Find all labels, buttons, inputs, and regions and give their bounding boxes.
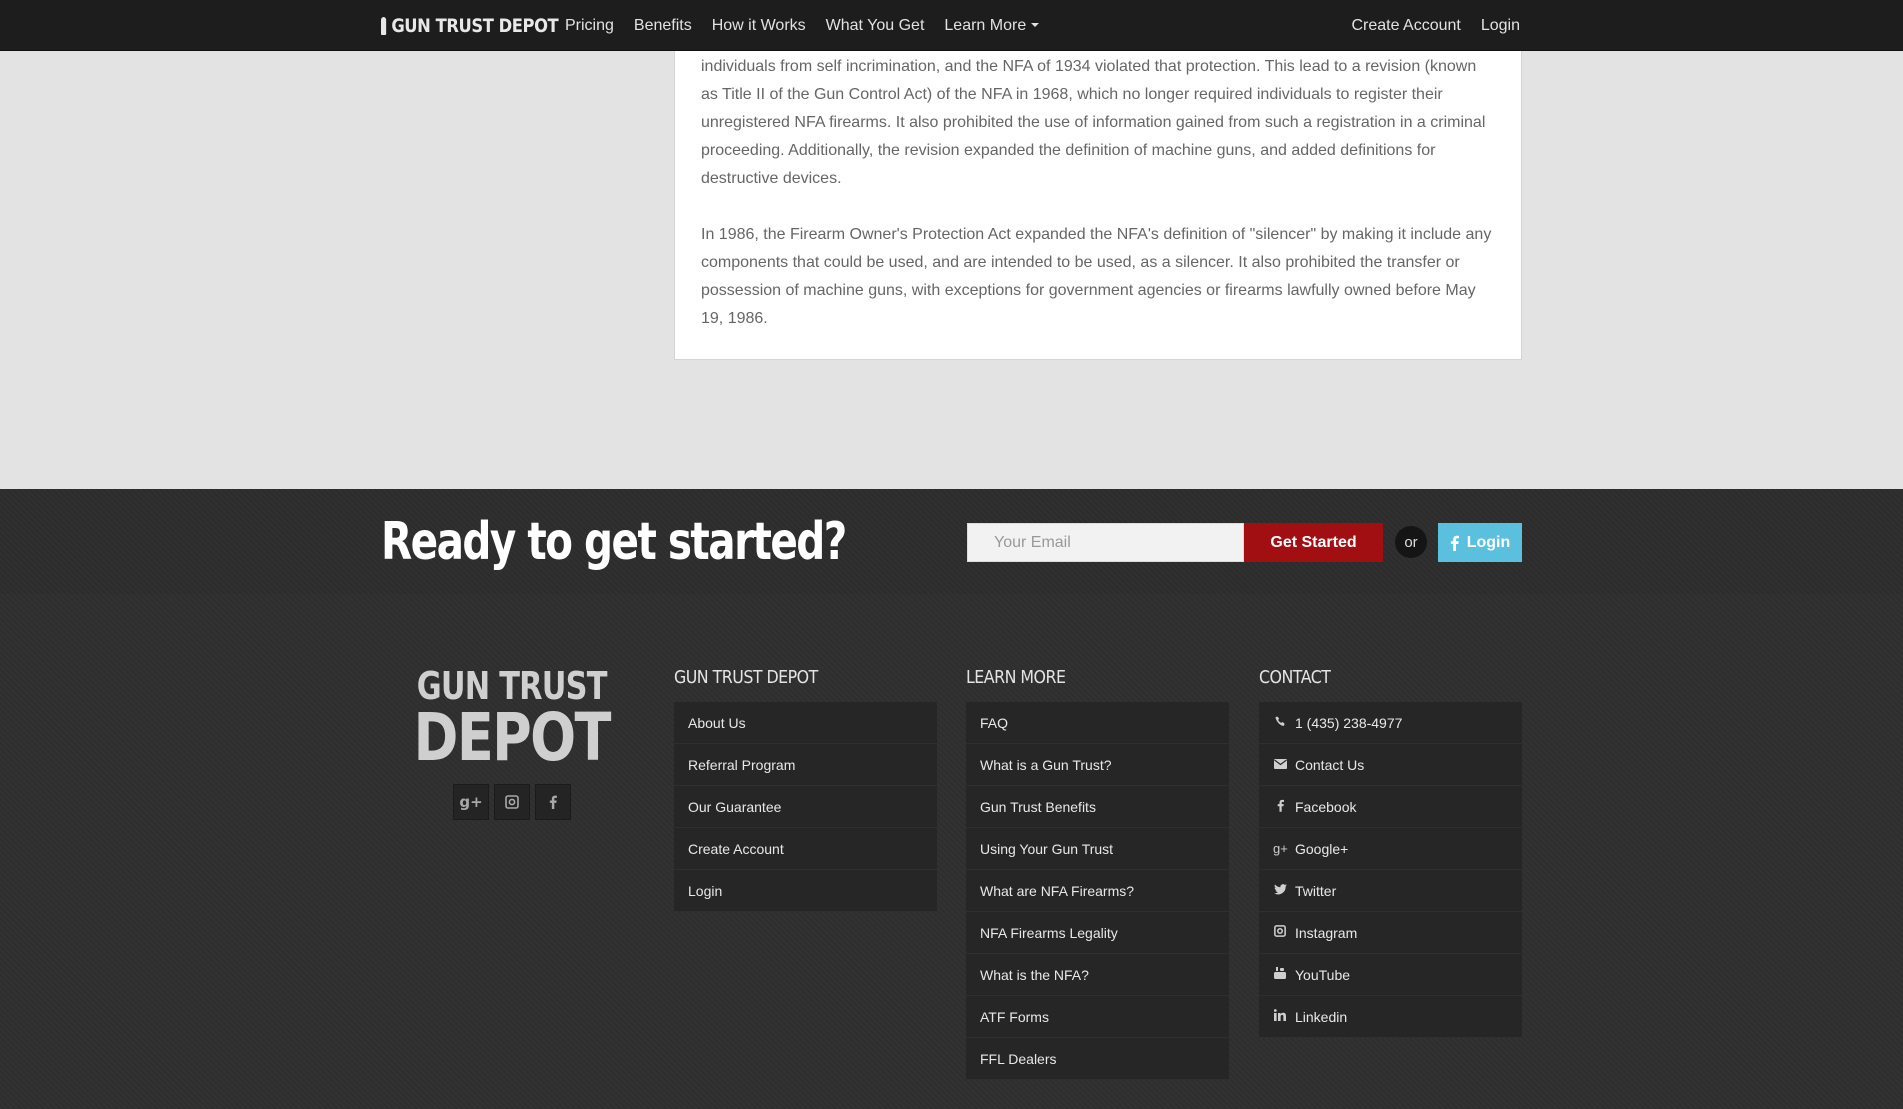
nav-create-account-link[interactable]: Create Account	[1351, 17, 1460, 35]
footer-contact-twitter[interactable]: Twitter	[1259, 870, 1522, 912]
get-started-button[interactable]: Get Started	[1244, 523, 1383, 562]
footer-col-learn-more: LEARN MORE FAQ What is a Gun Trust? Gun …	[966, 666, 1229, 1080]
article-paragraph: individuals from self incrimination, and…	[701, 58, 1486, 187]
bullet-icon	[381, 16, 387, 35]
footer-link-what-is-nfa[interactable]: What is the NFA?	[966, 954, 1229, 996]
footer-contact-label: Linkedin	[1295, 1008, 1348, 1025]
learn-more-label: Learn More	[944, 16, 1027, 34]
google-plus-icon[interactable]: g+	[453, 784, 489, 820]
facebook-icon	[1450, 535, 1459, 551]
instagram-icon[interactable]	[494, 784, 530, 820]
footer-logo: GUN TRUST DEPOT g+	[381, 666, 643, 820]
facebook-login-button[interactable]: Login	[1438, 523, 1522, 562]
instagram-icon	[1273, 925, 1287, 940]
footer-contact-youtube[interactable]: YouTube	[1259, 954, 1522, 996]
footer-col-heading: LEARN MORE	[966, 667, 1066, 688]
cta-band: Ready to get started? Get Started or Log…	[0, 489, 1903, 594]
footer-link-faq[interactable]: FAQ	[966, 702, 1229, 744]
footer-link-nfa-firearms[interactable]: What are NFA Firearms?	[966, 870, 1229, 912]
footer-contact-label: YouTube	[1295, 966, 1351, 983]
article-card: individuals from self incrimination, and…	[674, 0, 1522, 360]
footer-contact-label: Twitter	[1295, 882, 1337, 899]
footer-link-create-account[interactable]: Create Account	[674, 828, 937, 870]
caret-down-icon	[1031, 23, 1040, 28]
footer-link-list: About Us Referral Program Our Guarantee …	[674, 702, 937, 912]
email-input[interactable]	[967, 523, 1244, 562]
footer-col-heading: CONTACT	[1259, 667, 1331, 688]
footer-link-our-guarantee[interactable]: Our Guarantee	[674, 786, 937, 828]
twitter-icon	[1273, 883, 1287, 898]
footer-link-what-is-gun-trust[interactable]: What is a Gun Trust?	[966, 744, 1229, 786]
or-separator: or	[1395, 526, 1427, 558]
footer-link-nfa-legality[interactable]: NFA Firearms Legality	[966, 912, 1229, 954]
cta-title: Ready to get started?	[381, 512, 847, 572]
footer-link-using-gun-trust[interactable]: Using Your Gun Trust	[966, 828, 1229, 870]
footer-link-gun-trust-benefits[interactable]: Gun Trust Benefits	[966, 786, 1229, 828]
footer-contact-label: Google+	[1295, 840, 1349, 857]
footer-contact-label: Contact Us	[1295, 756, 1365, 773]
linkedin-icon	[1273, 1009, 1287, 1024]
footer-contact-google-plus[interactable]: g+ Google+	[1259, 828, 1522, 870]
brand-text: GUN TRUST DEPOT	[391, 14, 559, 37]
footer-contact-label: 1 (435) 238-4977	[1295, 714, 1403, 731]
footer-col-gun-trust-depot: GUN TRUST DEPOT About Us Referral Progra…	[674, 666, 937, 912]
top-navbar: GUN TRUST DEPOT Pricing Benefits How it …	[0, 0, 1903, 51]
nav-link-what-you-get[interactable]: What You Get	[826, 17, 925, 35]
footer-link-referral-program[interactable]: Referral Program	[674, 744, 937, 786]
footer-contact-label: Instagram	[1295, 924, 1358, 941]
nav-account-links: Create Account Login	[1331, 0, 1520, 51]
brand-logo-link[interactable]: GUN TRUST DEPOT	[381, 0, 559, 51]
site-footer: GUN TRUST DEPOT g+ GUN TRUST DEPOT About…	[0, 594, 1903, 1109]
nav-link-benefits[interactable]: Benefits	[634, 17, 692, 35]
footer-contact-label: Facebook	[1295, 798, 1357, 815]
footer-link-about-us[interactable]: About Us	[674, 702, 937, 744]
footer-contact-list: 1 (435) 238-4977 Contact Us Facebook g+ …	[1259, 702, 1522, 1038]
envelope-icon	[1273, 757, 1287, 772]
article-paragraph: In 1986, the Firearm Owner's Protection …	[701, 226, 1492, 327]
footer-link-login[interactable]: Login	[674, 870, 937, 912]
facebook-login-label: Login	[1466, 533, 1511, 551]
footer-contact-instagram[interactable]: Instagram	[1259, 912, 1522, 954]
phone-icon	[1273, 715, 1287, 730]
nav-dropdown-learn-more[interactable]: Learn More	[944, 16, 1040, 35]
google-plus-icon: g+	[1273, 841, 1288, 856]
footer-social-row: g+	[381, 784, 643, 820]
nav-link-pricing[interactable]: Pricing	[565, 17, 614, 35]
youtube-icon	[1273, 967, 1287, 982]
footer-link-ffl-dealers[interactable]: FFL Dealers	[966, 1038, 1229, 1080]
footer-contact-phone[interactable]: 1 (435) 238-4977	[1259, 702, 1522, 744]
facebook-icon[interactable]	[535, 784, 571, 820]
footer-link-atf-forms[interactable]: ATF Forms	[966, 996, 1229, 1038]
footer-contact-linkedin[interactable]: Linkedin	[1259, 996, 1522, 1038]
footer-contact-us[interactable]: Contact Us	[1259, 744, 1522, 786]
nav-link-how-it-works[interactable]: How it Works	[712, 17, 806, 35]
nav-login-link[interactable]: Login	[1481, 17, 1520, 35]
footer-col-heading: GUN TRUST DEPOT	[674, 667, 818, 688]
footer-col-contact: CONTACT 1 (435) 238-4977 Contact Us Face…	[1259, 666, 1522, 1038]
facebook-icon	[1273, 799, 1287, 815]
footer-link-list: FAQ What is a Gun Trust? Gun Trust Benef…	[966, 702, 1229, 1080]
footer-logo-line2: DEPOT	[413, 699, 612, 776]
nav-links: Pricing Benefits How it Works What You G…	[565, 0, 1059, 51]
footer-contact-facebook[interactable]: Facebook	[1259, 786, 1522, 828]
